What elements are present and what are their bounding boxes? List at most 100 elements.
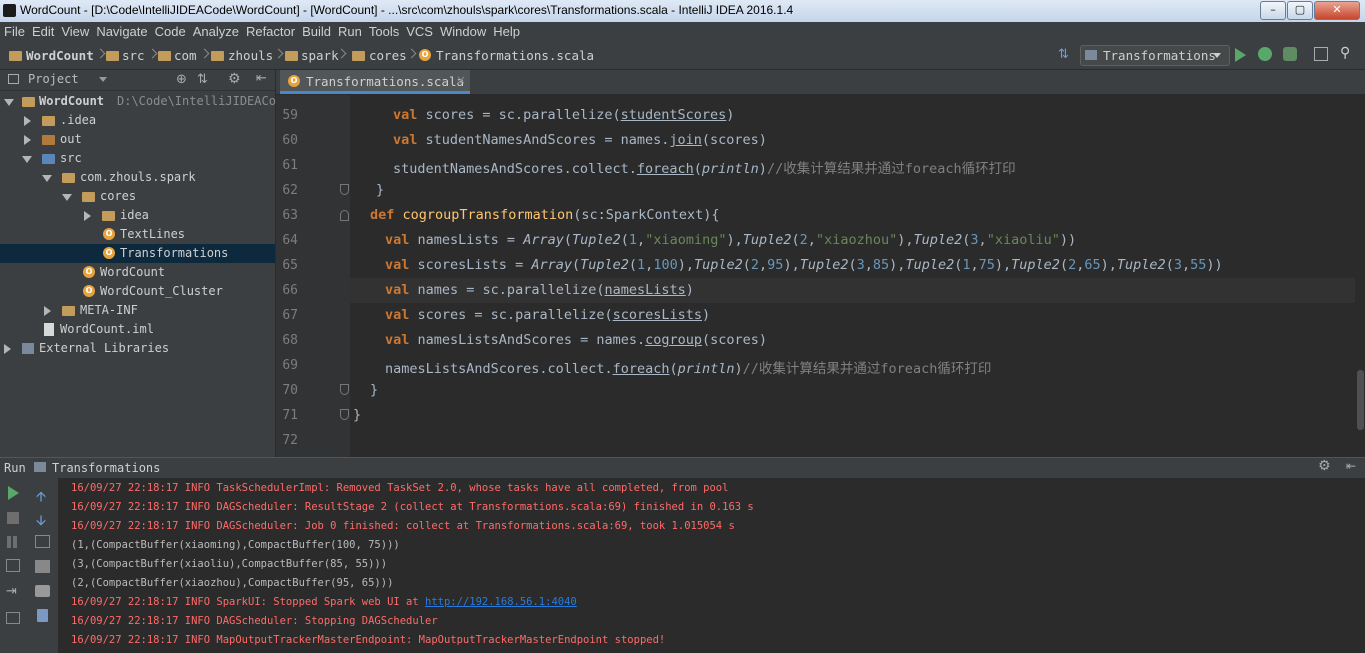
menu-build[interactable]: Build (298, 22, 334, 39)
hide-panel-icon[interactable]: ⇤ (256, 71, 267, 86)
menu-view[interactable]: View (57, 22, 92, 39)
breadcrumb-com[interactable]: com (174, 48, 197, 63)
menu-code[interactable]: Code (151, 22, 189, 39)
collapse-arrow-icon[interactable] (22, 156, 32, 163)
scroll-to-end-icon[interactable] (35, 560, 50, 573)
rerun-icon[interactable] (8, 486, 19, 500)
tree-item-out[interactable]: out (0, 130, 275, 149)
code-token: cogroupTransformation (402, 207, 574, 223)
code-token: ) (702, 307, 711, 323)
close-tab-icon[interactable]: × (456, 73, 466, 87)
expand-arrow-icon[interactable] (44, 306, 51, 316)
editor-gutter (276, 95, 350, 457)
debug-icon[interactable] (1258, 47, 1272, 61)
menu-run[interactable]: Run (334, 22, 365, 39)
tree-item-src[interactable]: src (0, 149, 275, 168)
camera-icon[interactable] (6, 559, 20, 572)
sort-icon[interactable]: ⇅ (1058, 47, 1074, 63)
expand-arrow-icon[interactable] (4, 344, 11, 354)
expand-arrow-icon[interactable] (24, 116, 31, 126)
tree-item-wordcount-object[interactable]: O WordCount (0, 263, 275, 282)
fold-marker-icon[interactable] (340, 184, 349, 195)
editor-scrollbar[interactable] (1355, 95, 1365, 457)
breadcrumb-src[interactable]: src (122, 48, 145, 63)
stop-icon[interactable] (7, 512, 19, 524)
tree-label: .idea (60, 113, 97, 127)
tree-label: WordCount (39, 94, 105, 108)
code-token: Tuple2 (742, 232, 792, 248)
tree-item-wordcount-iml[interactable]: WordCount.iml (0, 320, 275, 339)
chevron-down-icon (1213, 53, 1221, 58)
arrow-up-icon[interactable]: 🡩 (36, 486, 46, 510)
tree-item-wordcount[interactable]: WordCount D:\Code\IntelliJIDEACod (0, 92, 283, 111)
soft-wrap-icon[interactable] (35, 535, 50, 548)
fold-marker-icon[interactable] (340, 384, 349, 395)
minimize-button[interactable]: – (1260, 1, 1286, 20)
spark-ui-link[interactable]: http://192.168.56.1:4040 (425, 596, 577, 608)
close-button[interactable]: ✕ (1314, 1, 1360, 20)
print-icon[interactable] (35, 585, 50, 597)
scrollbar-thumb[interactable] (1357, 370, 1364, 430)
collapse-all-icon[interactable]: ⇅ (197, 72, 208, 87)
breadcrumb-wordcount[interactable]: WordCount (26, 48, 94, 63)
tree-label: src (60, 151, 82, 165)
code-token: Array (531, 257, 572, 273)
menu-window[interactable]: Window (436, 22, 489, 39)
fold-marker-icon[interactable] (340, 210, 349, 221)
gear-icon[interactable]: ⚙ (1318, 458, 1331, 474)
breadcrumb-transformations-scala[interactable]: Transformations.scala (436, 48, 594, 63)
fold-marker-icon[interactable] (340, 409, 349, 420)
run-config-dropdown[interactable]: Transformations (1080, 45, 1230, 66)
layout-icon[interactable] (6, 612, 20, 624)
expand-arrow-icon[interactable] (24, 135, 31, 145)
gear-icon[interactable]: ⚙ (228, 71, 241, 87)
collapse-arrow-icon[interactable] (42, 175, 52, 182)
tree-item-external-libraries[interactable]: External Libraries (0, 339, 275, 358)
code-token: scores = sc.parallelize( (417, 307, 613, 323)
tree-item-idea[interactable]: .idea (0, 111, 275, 130)
tree-item-textlines[interactable]: O TextLines (0, 225, 275, 244)
trash-icon[interactable] (37, 609, 48, 622)
exit-icon[interactable]: ⇥ (6, 584, 17, 599)
breadcrumb-cores[interactable]: cores (369, 48, 407, 63)
menu-file[interactable]: File (0, 22, 28, 39)
collapse-arrow-icon[interactable] (4, 99, 14, 106)
breadcrumb-zhouls[interactable]: zhouls (228, 48, 273, 63)
breadcrumb-spark[interactable]: spark (301, 48, 339, 63)
collapse-arrow-icon[interactable] (62, 194, 72, 201)
pause-icon[interactable] (7, 536, 11, 548)
tree-item-com-zhouls-spark[interactable]: com.zhouls.spark (0, 168, 275, 187)
line-number: 72 (282, 433, 298, 448)
menu-vcs[interactable]: VCS (402, 22, 436, 39)
coverage-icon[interactable] (1283, 47, 1297, 61)
chevron-right-icon (199, 48, 210, 59)
arrow-down-icon[interactable]: 🡫 (36, 510, 46, 534)
tree-item-transformations[interactable]: O Transformations (0, 244, 275, 263)
run-panel-header: Run Transformations ⚙ ⇤ (0, 457, 1365, 478)
maximize-button[interactable]: ▢ (1287, 1, 1313, 20)
run-icon[interactable] (1235, 48, 1246, 62)
expand-arrow-icon[interactable] (84, 211, 91, 221)
project-structure-icon[interactable] (1314, 47, 1328, 61)
menu-edit[interactable]: Edit (28, 22, 57, 39)
run-config-tab[interactable]: Transformations (52, 461, 160, 475)
folder-icon (158, 51, 171, 61)
tree-item-wordcount-cluster[interactable]: O WordCount_Cluster (0, 282, 275, 301)
scroll-from-source-icon[interactable]: ⊕ (176, 72, 187, 87)
menu-help[interactable]: Help (489, 22, 523, 39)
tab-transformations-scala[interactable]: O Transformations.scala × (280, 70, 470, 94)
tree-item-meta-inf[interactable]: META-INF (0, 301, 275, 320)
menu-refactor[interactable]: Refactor (242, 22, 298, 39)
menu-navigate[interactable]: Navigate (92, 22, 150, 39)
tree-item-cores[interactable]: cores (0, 187, 275, 206)
tree-item-idea-package[interactable]: idea (0, 206, 275, 225)
hide-panel-icon[interactable]: ⇤ (1346, 459, 1356, 473)
chevron-down-icon[interactable] (99, 77, 107, 82)
search-icon[interactable]: ⚲ (1340, 45, 1358, 63)
project-panel-title[interactable]: Project (28, 72, 79, 86)
menu-analyze[interactable]: Analyze (189, 22, 242, 39)
run-panel-label[interactable]: Run (4, 461, 26, 475)
code-editor[interactable] (350, 95, 1355, 457)
code-token: studentScores (620, 107, 727, 123)
menu-tools[interactable]: Tools (365, 22, 402, 39)
